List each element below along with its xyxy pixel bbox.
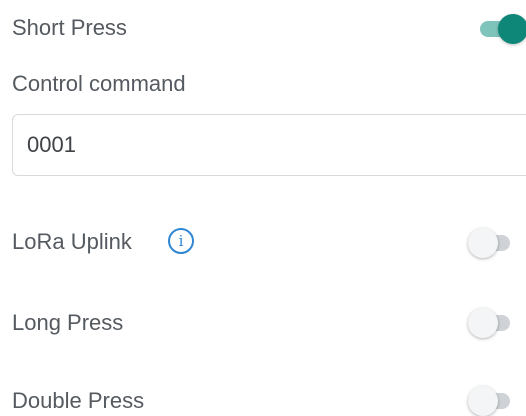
long-press-toggle[interactable]: [468, 308, 510, 338]
info-icon[interactable]: i: [168, 228, 194, 254]
lora-uplink-label: LoRa Uplink: [12, 229, 132, 254]
control-command-input[interactable]: [13, 115, 526, 175]
toggle-knob: [468, 228, 498, 258]
short-press-label: Short Press: [12, 15, 127, 40]
control-command-field[interactable]: [12, 114, 526, 176]
toggle-knob: [498, 14, 526, 44]
control-command-label: Control command: [12, 71, 186, 96]
button-settings-panel: Short Press Control command LoRa Uplink …: [0, 0, 526, 416]
double-press-toggle[interactable]: [468, 386, 510, 416]
toggle-knob: [468, 386, 498, 416]
toggle-knob: [468, 308, 498, 338]
lora-uplink-toggle[interactable]: [468, 228, 510, 258]
long-press-label: Long Press: [12, 310, 124, 335]
short-press-toggle[interactable]: [480, 14, 526, 44]
double-press-label: Double Press: [12, 388, 145, 413]
